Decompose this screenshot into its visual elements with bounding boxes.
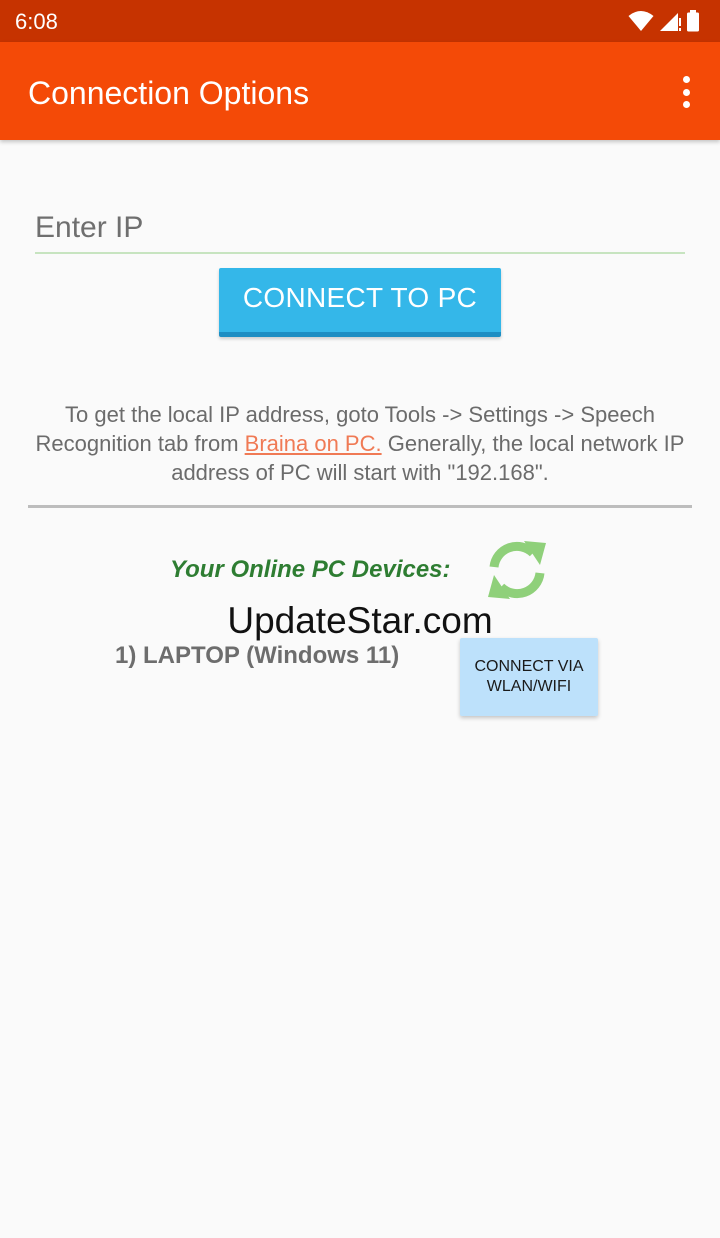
online-devices-heading: Your Online PC Devices: [170,556,451,583]
battery-icon [687,10,699,32]
braina-on-pc-link[interactable]: Braina on PC. [245,431,382,456]
menu-dot [682,76,690,83]
device-list-item: 1) LAPTOP (Windows 11) [115,642,400,669]
connect-via-wifi-label: CONNECT VIA WLAN/WIFI [474,658,584,695]
page-title: Connection Options [28,75,310,111]
refresh-icon[interactable] [484,537,550,603]
ip-instructions: To get the local IP address, goto Tools … [30,400,690,487]
divider [28,505,692,508]
wifi-icon [628,11,654,31]
menu-dot [682,88,690,96]
connect-via-wifi-button[interactable]: CONNECT VIA WLAN/WIFI [460,638,598,716]
ip-input[interactable] [35,204,685,254]
status-bar: 6:08 [0,0,720,42]
signal-icon [660,13,681,31]
watermark: UpdateStar.com [227,600,493,641]
more-vert-icon[interactable] [678,76,694,108]
menu-dot [682,101,690,108]
status-time: 6:08 [15,9,58,34]
app-bar: Connection Options [0,42,720,140]
status-icons [628,10,700,32]
connect-to-pc-button[interactable]: CONNECT TO PC [219,268,501,337]
